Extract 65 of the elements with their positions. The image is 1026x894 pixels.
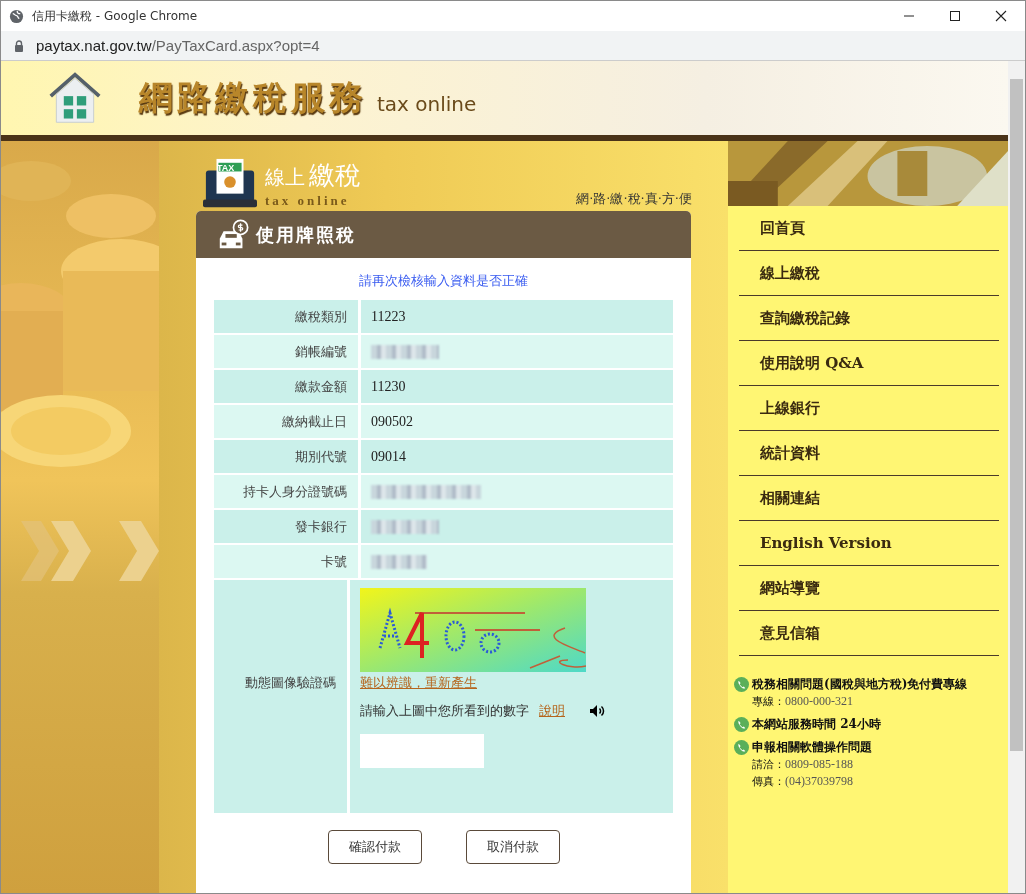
url-host: paytax.nat.gov.tw [36,37,152,54]
slogan: 網·路·繳·稅·真·方·便 [576,189,692,208]
phone-icon [734,677,749,692]
site-subtitle: tax online [377,92,477,116]
card-title: 使用牌照稅 [256,222,356,247]
section-title-small: 線上 [265,165,305,189]
lock-icon [14,39,24,52]
address-bar[interactable]: paytax.nat.gov.tw/PayTaxCard.aspx?opt=4 [1,31,1025,61]
field-value: 09014 [371,448,406,465]
scrollbar[interactable] [1008,61,1025,893]
window-title: 信用卡繳稅 - Google Chrome [32,7,198,25]
close-icon[interactable] [995,10,1007,22]
menu-item[interactable]: 網站導覽 [739,566,999,611]
speaker-icon[interactable] [589,704,605,718]
confirm-button[interactable]: 確認付款 [327,830,422,864]
captcha-input[interactable] [360,734,484,768]
section-title: 繳稅 [309,160,361,190]
contact-label: 專線： [752,695,785,708]
site-title: 網路繳稅服務 [139,76,367,119]
contact-value: 0809-085-188 [785,757,853,771]
refresh-link[interactable]: 難以辨識，重新產生 [360,675,477,690]
blurred-value [371,519,439,534]
menu-item[interactable]: 使用說明 Q&A [739,341,999,386]
globe-icon [9,8,24,24]
menu-item[interactable]: 回首頁 [739,206,999,251]
field-label: 動態圖像驗證碼 [244,673,337,692]
field-value: 11223 [371,308,406,325]
field-label: 期別代號 [294,447,348,466]
help-link[interactable]: 說明 [539,702,565,720]
scrollbar-thumb[interactable] [1010,79,1023,751]
field-label: 銷帳編號 [294,342,348,361]
field-label: 卡號 [320,552,348,571]
field-label: 發卡銀行 [294,517,348,536]
contact-value: (04)37039798 [785,774,853,788]
field-label: 繳納截止日 [281,412,348,431]
phone-icon [734,740,749,755]
blurred-value [371,344,439,359]
phone-icon [734,717,749,732]
menu-item[interactable]: 線上繳稅 [739,251,999,296]
contact-label: 傳真： [752,775,785,788]
menu-item[interactable]: 統計資料 [739,431,999,476]
contact-label: 請洽： [752,758,785,771]
menu-item[interactable]: English Version [739,521,999,566]
house-icon[interactable] [47,71,103,125]
contact-title: 本網站服務時間 24小時 [752,716,881,733]
section-subtitle: tax online [265,193,351,209]
menu-item[interactable]: 意見信箱 [739,611,999,656]
contact-title: 稅務相關問題(國稅與地方稅)免付費專線 [752,676,968,693]
field-label: 持卡人身分證號碼 [242,482,348,501]
contact-title: 申報相關軟體操作問題 [752,739,872,756]
url-path: /PayTaxCard.aspx?opt=4 [151,37,320,54]
tax-badge-label: TAX [217,163,235,173]
field-label: 繳款金額 [294,377,348,396]
menu-item[interactable]: 相關連結 [739,476,999,521]
blurred-value [371,554,427,569]
contact-value: 0800-000-321 [785,694,853,708]
notice-text: 請再次檢核輸入資料是否正確 [358,272,529,290]
field-value: 11230 [371,378,406,395]
field-value: 090502 [371,413,413,430]
captcha-prompt: 請輸入上圖中您所看到的數字 [360,702,529,720]
cancel-button[interactable]: 取消付款 [465,830,560,864]
menu-item[interactable]: 查詢繳稅記錄 [739,296,999,341]
maximize-icon[interactable] [949,10,961,22]
menu-item[interactable]: 上線銀行 [739,386,999,431]
field-label: 繳稅類別 [294,307,348,326]
